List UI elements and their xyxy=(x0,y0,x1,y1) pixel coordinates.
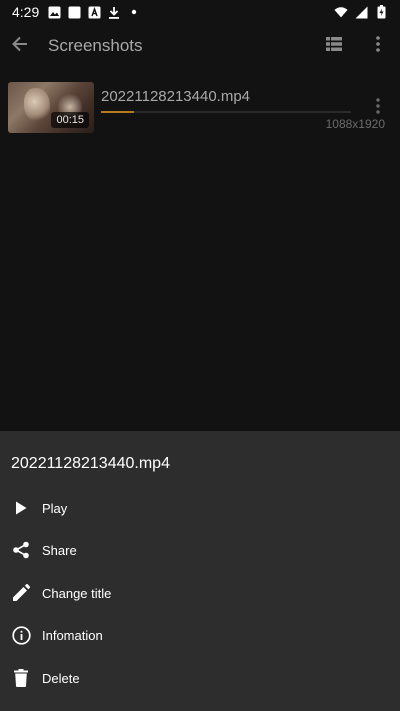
change-title-label: Change title xyxy=(42,585,112,601)
status-time: 4:29 xyxy=(12,4,40,20)
delete-button[interactable]: Delete xyxy=(0,657,400,699)
more-vert-icon xyxy=(376,97,380,119)
list-view-icon xyxy=(326,36,342,56)
share-icon xyxy=(10,539,32,561)
video-duration: 00:15 xyxy=(51,112,89,128)
playback-progress-fill xyxy=(101,111,134,113)
page-title: Screenshots xyxy=(48,36,143,55)
playback-progress-track xyxy=(101,111,351,113)
status-icons-right xyxy=(334,5,388,19)
download-icon xyxy=(107,5,121,19)
bottom-sheet: 20221128213440.mp4 Play Share Change tit… xyxy=(0,431,400,711)
back-button[interactable] xyxy=(0,24,40,68)
delete-icon xyxy=(10,667,32,689)
arrow-left-icon xyxy=(11,35,29,58)
play-label: Play xyxy=(42,500,68,516)
dot-icon xyxy=(127,5,141,19)
item-more-button[interactable] xyxy=(368,97,388,119)
view-toggle-button[interactable] xyxy=(312,24,356,68)
information-label: Infomation xyxy=(42,627,103,643)
video-thumbnail[interactable]: 00:15 xyxy=(8,82,94,133)
share-button[interactable]: Share xyxy=(0,529,400,571)
more-vert-icon xyxy=(376,35,380,57)
status-icons-left xyxy=(47,5,141,19)
image-icon xyxy=(47,5,61,19)
sheet-title: 20221128213440.mp4 xyxy=(11,455,170,472)
wifi-icon xyxy=(334,5,348,19)
play-button[interactable]: Play xyxy=(0,487,400,529)
share-label: Share xyxy=(42,542,77,558)
info-icon xyxy=(10,624,32,646)
status-bar: 4:29 xyxy=(0,0,400,24)
video-list-item[interactable]: 00:15 20221128213440.mp4 1088x1920 xyxy=(0,80,400,136)
video-resolution: 1088x1920 xyxy=(325,117,385,131)
delete-label: Delete xyxy=(42,670,80,686)
battery-icon xyxy=(374,5,388,19)
signal-icon xyxy=(354,5,368,19)
change-title-button[interactable]: Change title xyxy=(0,572,400,614)
a-icon xyxy=(87,5,101,19)
more-options-button[interactable] xyxy=(356,24,400,68)
information-button[interactable]: Infomation xyxy=(0,614,400,656)
edit-icon xyxy=(10,582,32,604)
square-icon xyxy=(67,5,81,19)
app-bar: Screenshots xyxy=(0,24,400,68)
play-icon xyxy=(10,497,32,519)
video-file-name: 20221128213440.mp4 xyxy=(101,88,251,105)
app-actions xyxy=(312,24,400,68)
